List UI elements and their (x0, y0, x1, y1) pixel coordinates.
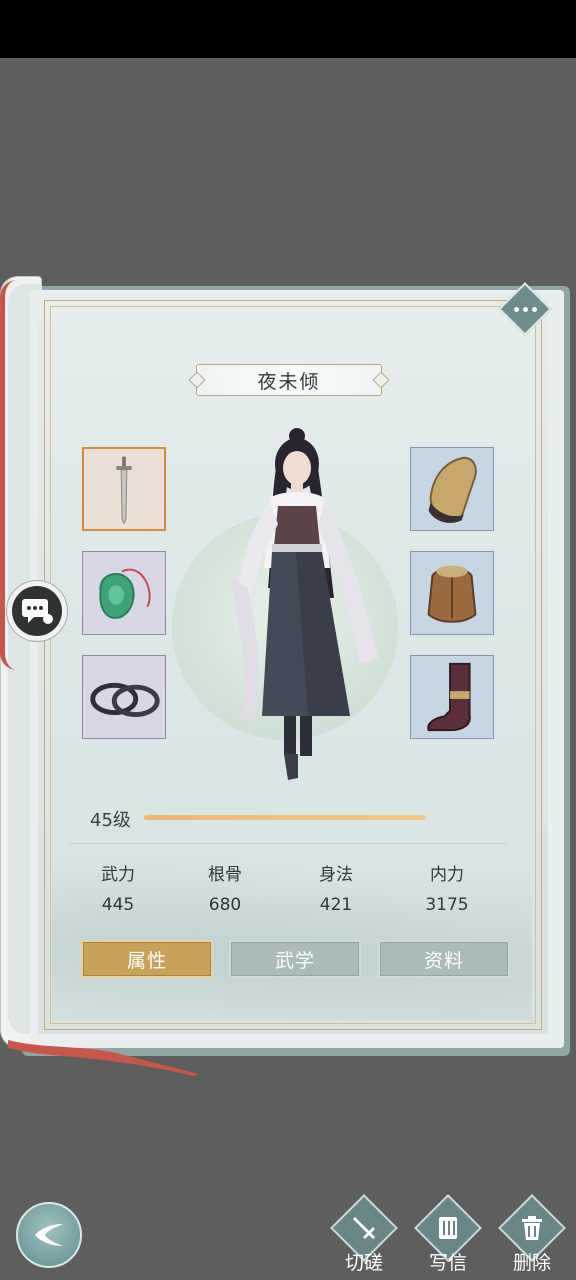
equip-slot-bracer[interactable] (410, 447, 494, 531)
sword-icon (116, 456, 132, 525)
status-bar (0, 0, 576, 58)
tab-martial-arts[interactable]: 武学 (229, 940, 361, 978)
stat-value: 445 (101, 895, 135, 915)
character-name: 夜未倾 (196, 364, 382, 396)
tab-attributes[interactable]: 属性 (81, 940, 213, 978)
sword-icon (353, 1217, 375, 1239)
equip-slot-weapon[interactable] (82, 447, 166, 531)
action-label: 切磋 (344, 1252, 383, 1274)
stat-inner-power: 内力 3175 (407, 860, 487, 915)
divider (68, 843, 508, 844)
equip-slot-armor[interactable] (410, 551, 494, 635)
stat-value: 680 (208, 895, 242, 915)
back-arrow-icon (35, 1224, 63, 1246)
delete-button[interactable]: 删除 (494, 1194, 570, 1280)
level-progress-bar (144, 815, 426, 820)
armor-icon (427, 565, 477, 623)
chat-bubble-icon (22, 599, 53, 624)
trash-icon (522, 1216, 542, 1240)
jade-pendant-icon (99, 568, 151, 619)
action-label: 写信 (428, 1252, 467, 1274)
write-letter-button[interactable]: 写信 (410, 1194, 486, 1280)
level-progress-fill (144, 815, 426, 820)
stat-label: 武力 (101, 865, 135, 885)
stat-constitution: 根骨 680 (185, 860, 265, 915)
spar-button[interactable]: 切磋 (326, 1194, 402, 1280)
equip-slot-accessory[interactable] (82, 655, 166, 739)
level-label: 45级 (90, 810, 131, 831)
equip-slot-pendant[interactable] (82, 551, 166, 635)
stat-attack: 武力 445 (78, 860, 158, 915)
stat-label: 内力 (430, 865, 464, 885)
stat-value: 421 (319, 895, 353, 915)
ribbon-tail (8, 1040, 198, 1076)
character-portrait (230, 428, 378, 780)
tab-profile[interactable]: 资料 (378, 940, 510, 978)
bracer-icon (428, 456, 477, 523)
more-dots-icon[interactable] (506, 290, 544, 328)
equip-slot-boots[interactable] (410, 655, 494, 739)
stat-label: 身法 (319, 865, 353, 885)
stat-label: 根骨 (208, 865, 242, 885)
action-label: 删除 (512, 1252, 551, 1274)
chat-button[interactable] (6, 580, 68, 642)
bracelet-icon (90, 682, 160, 718)
back-button[interactable] (16, 1202, 82, 1268)
letter-icon (439, 1217, 457, 1239)
stat-agility: 身法 421 (296, 860, 376, 915)
stat-value: 3175 (425, 895, 469, 915)
boot-icon (427, 662, 471, 732)
